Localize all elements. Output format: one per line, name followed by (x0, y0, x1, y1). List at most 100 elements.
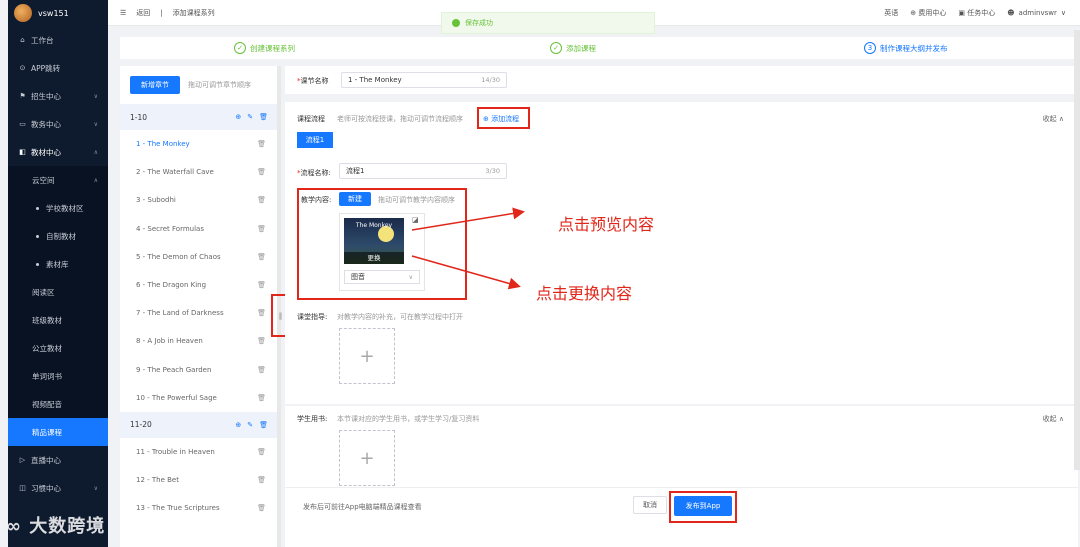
check-icon: ✓ (234, 42, 246, 54)
collapse-toggle[interactable]: 收起 ∧ (1043, 114, 1064, 124)
delete-icon[interactable]: 🗑 (257, 168, 266, 176)
sidebar-item-workbench[interactable]: ⌂ 工作台 (8, 26, 108, 54)
content-type-select[interactable]: 图音 ∨ (344, 270, 420, 284)
back-link[interactable]: 返回 (136, 8, 150, 18)
lesson-title: 4 - Secret Formulas (136, 224, 204, 233)
student-collapse-toggle[interactable]: 收起 ∧ (1043, 414, 1064, 424)
edit-corner-icon[interactable]: ◪ (412, 216, 419, 224)
lesson-item[interactable]: 8 - A Job in Heaven 🗑 (120, 327, 278, 355)
save-success-toast: 保存成功 (441, 12, 655, 34)
sidebar-item-app[interactable]: ⊙ APP跳转 (8, 54, 108, 82)
lesson-item[interactable]: 13 - The True Scriptures 🗑 (120, 494, 278, 522)
lesson-title: 7 - The Land of Darkness (136, 309, 224, 318)
replace-button[interactable]: 更换 (344, 252, 404, 264)
user-menu[interactable]: ☻ adminvswr ∨ (1007, 9, 1066, 17)
delete-icon[interactable]: 🗑 (257, 504, 266, 512)
lesson-item[interactable]: 6 - The Dragon King 🗑 (120, 271, 278, 299)
content-thumbnail[interactable]: The Monkey 更换 (344, 218, 404, 264)
add-icon: ⊕ (483, 115, 492, 123)
publish-to-app-button[interactable]: 发布到App (674, 496, 732, 516)
lesson-item[interactable]: 1 - The Monkey 🗑 (120, 130, 278, 158)
delete-icon[interactable]: 🗑 (257, 394, 266, 402)
sidebar-item-cloud[interactable]: 云空间 ∧ (8, 166, 108, 194)
delete-icon[interactable]: 🗑 (257, 225, 266, 233)
chevron-up-icon: ∧ (93, 148, 98, 156)
sidebar-item-premium-courses[interactable]: 精品课程 (8, 418, 108, 446)
chapter-group[interactable]: 1-10 ⊕ ✎ 🗑 (120, 104, 278, 130)
delete-icon[interactable]: 🗑 (257, 476, 266, 484)
sidebar-item-materials[interactable]: ◧ 教材中心 ∧ (8, 138, 108, 166)
task-center-link[interactable]: ▣ 任务中心 (958, 8, 995, 18)
sidebar-item-class-materials[interactable]: 班级教材 (8, 306, 108, 334)
avatar (14, 4, 32, 22)
sidebar-item-dubbing[interactable]: 视频配音 (8, 390, 108, 418)
edit-icon[interactable]: ✎ (247, 421, 253, 429)
lesson-item[interactable]: 4 - Secret Formulas 🗑 (120, 215, 278, 243)
delete-icon[interactable]: 🗑 (257, 366, 266, 374)
chevron-down-icon: ∨ (93, 120, 98, 128)
lesson-name-input[interactable]: 1 - The Monkey 14/30 (341, 72, 507, 88)
delete-icon[interactable]: 🗑 (257, 337, 266, 345)
cancel-button[interactable]: 取消 (633, 496, 667, 514)
fee-center-link[interactable]: ⊕ 费用中心 (910, 8, 946, 18)
task-icon: ▣ (958, 8, 968, 17)
lesson-editor: *课节名称 1 - The Monkey 14/30 课程流程 老师可按流程授课… (285, 66, 1078, 547)
chevron-down-icon: ∨ (408, 273, 413, 281)
menu-toggle-icon[interactable]: ☰ (120, 9, 126, 17)
sidebar-item-live[interactable]: ▷ 直播中心 (8, 446, 108, 474)
content-card: The Monkey 更换 ◪ 图音 ∨ (339, 213, 425, 291)
delete-icon[interactable]: 🗑 (257, 253, 266, 261)
delete-icon[interactable]: 🗑 (259, 113, 268, 121)
delete-icon[interactable]: 🗑 (257, 309, 266, 317)
delete-icon[interactable]: 🗑 (259, 421, 268, 429)
watermark-logo: ∞ (6, 516, 30, 537)
lesson-item[interactable]: 2 - The Waterfall Cave 🗑 (120, 158, 278, 186)
sidebar-item-reading[interactable]: 阅读区 (8, 278, 108, 306)
lesson-title: 3 - Subodhi (136, 196, 176, 205)
class-guide-upload[interactable]: + (339, 328, 395, 384)
user-header[interactable]: vsw151 (8, 0, 108, 26)
lesson-item[interactable]: 9 - The Peach Garden 🗑 (120, 356, 278, 384)
breadcrumb: 添加课程系列 (172, 8, 215, 17)
success-icon (452, 19, 460, 27)
tab-flow1[interactable]: 流程1 (297, 132, 333, 148)
sidebar-item-assets[interactable]: 素材库 (8, 250, 108, 278)
sidebar-item-enroll[interactable]: ⚑ 招生中心 ∨ (8, 82, 108, 110)
delete-icon[interactable]: 🗑 (257, 196, 266, 204)
user-avatar-icon: ☻ (1007, 8, 1015, 17)
sidebar-item-public-materials[interactable]: 公立教材 (8, 334, 108, 362)
lesson-item[interactable]: 7 - The Land of Darkness 🗑 (120, 299, 278, 327)
student-book-upload[interactable]: + (339, 430, 395, 486)
lesson-item[interactable]: 12 - The Bet 🗑 (120, 466, 278, 494)
language-switch[interactable]: 英语 (884, 8, 898, 18)
edit-icon[interactable]: ✎ (247, 113, 253, 121)
new-content-button[interactable]: 新建 (339, 192, 371, 206)
chevron-up-icon: ∧ (93, 176, 98, 184)
class-guide-hint: 对教学内容的补充，可在教学过程中打开 (337, 313, 463, 321)
page-scrollbar[interactable] (1074, 30, 1080, 470)
add-icon[interactable]: ⊕ (235, 113, 241, 121)
app-icon: ⊙ (19, 64, 26, 72)
sidebar-item-school-materials[interactable]: 学校教材区 (8, 194, 108, 222)
flow-label: 课程流程 (297, 115, 325, 123)
add-chapter-button[interactable]: 新增章节 (130, 76, 180, 94)
sidebar-item-wordbooks[interactable]: 单词词书 (8, 362, 108, 390)
delete-icon[interactable]: 🗑 (257, 140, 266, 148)
lesson-item[interactable]: 11 - Trouble in Heaven 🗑 (120, 438, 278, 466)
sidebar-item-academic[interactable]: ▭ 教务中心 ∨ (8, 110, 108, 138)
lesson-item[interactable]: 3 - Subodhi 🗑 (120, 186, 278, 214)
chevron-down-icon: ∨ (93, 484, 98, 492)
chapter-panel: 新增章节 拖动可调节章节顺序 1-10 ⊕ ✎ 🗑 1 - The Monkey 🗑 2… (120, 66, 278, 547)
add-flow-link[interactable]: ⊕ 添加流程 (483, 114, 519, 124)
lesson-item[interactable]: 5 - The Demon of Chaos 🗑 (120, 243, 278, 271)
chevron-down-icon: ∨ (93, 92, 98, 100)
sidebar-item-habit[interactable]: ◫ 习惯中心 ∨ (8, 474, 108, 502)
chapter-group[interactable]: 11-20 ⊕ ✎ 🗑 (120, 411, 278, 438)
add-icon[interactable]: ⊕ (235, 421, 241, 429)
delete-icon[interactable]: 🗑 (257, 281, 266, 289)
student-book-hint: 本节课对应的学生用书，或学生学习/复习资料 (337, 415, 480, 423)
lesson-item[interactable]: 10 - The Powerful Sage 🗑 (120, 384, 278, 412)
sidebar-item-custom-materials[interactable]: 自制教材 (8, 222, 108, 250)
delete-icon[interactable]: 🗑 (257, 448, 266, 456)
flow-name-input[interactable]: 流程1 3/30 (339, 163, 507, 179)
